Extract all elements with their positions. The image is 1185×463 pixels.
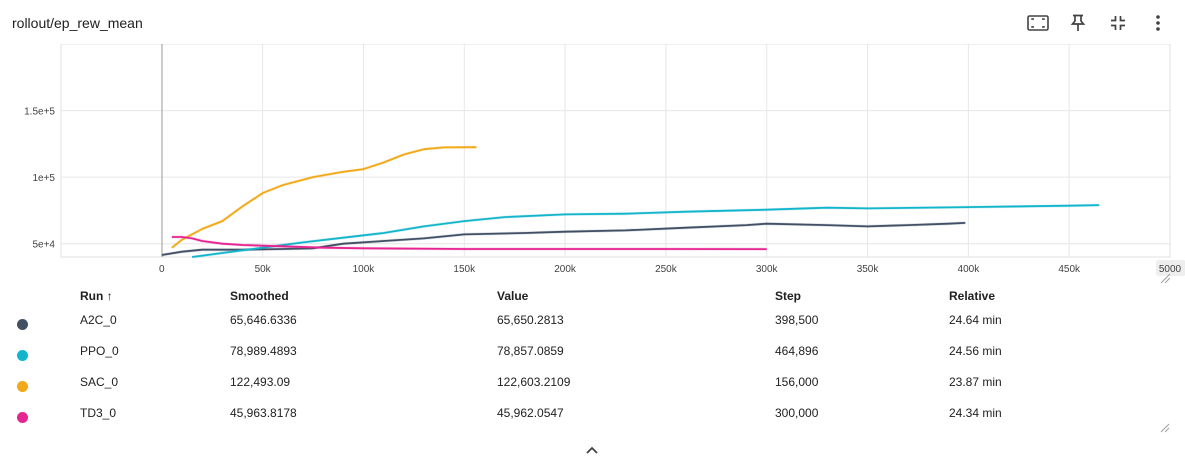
- table-row: A2C_0 65,646.6336 65,650.2813 398,500 24…: [0, 306, 1185, 337]
- series-raw-line: [170, 145, 477, 249]
- run-color-dot: [17, 412, 28, 423]
- run-name: TD3_0: [80, 406, 117, 420]
- smoothed-value: 65,646.6336: [230, 313, 297, 327]
- relative-time: 24.64 min: [949, 313, 1002, 327]
- step-value: 156,000: [775, 375, 819, 389]
- y-tick-label: 5e+4: [32, 240, 55, 251]
- step-value: 464,896: [775, 344, 819, 358]
- relative-time: 24.34 min: [949, 406, 1002, 420]
- run-color-dot: [17, 350, 28, 361]
- plot-border: [60, 44, 1171, 258]
- x-tick-label: 150k: [453, 264, 476, 275]
- raw-value: 45,962.0547: [497, 406, 564, 420]
- y-tick-label: 1.5e+5: [24, 107, 55, 118]
- column-header-step[interactable]: Step: [775, 289, 801, 303]
- series-line-SAC_0[interactable]: [171, 146, 477, 249]
- column-header-smoothed[interactable]: Smoothed: [230, 289, 289, 303]
- table-resize-handle[interactable]: [1160, 423, 1170, 433]
- column-header-run[interactable]: Run ↑: [80, 289, 113, 303]
- x-tick-label: 100k: [353, 264, 376, 275]
- table-row: SAC_0 122,493.09 122,603.2109 156,000 23…: [0, 368, 1185, 399]
- x-tick-label: 300k: [756, 264, 779, 275]
- x-tick-label: 50k: [255, 264, 272, 275]
- run-color-dot: [17, 319, 28, 330]
- line-chart[interactable]: 0 50k 100k 150k 200k 250k 300k 350k 400k 450k 5000…: [0, 44, 1185, 284]
- chevron-up-icon[interactable]: [585, 445, 599, 455]
- smoothed-value: 45,963.8178: [230, 406, 297, 420]
- relative-time: 23.87 min: [949, 375, 1002, 389]
- x-tick-label: 450k: [1058, 264, 1081, 275]
- raw-value: 65,650.2813: [497, 313, 564, 327]
- raw-value: 78,857.0859: [497, 344, 564, 358]
- collapse-button[interactable]: [1103, 12, 1133, 34]
- more-vert-icon: [1156, 15, 1160, 31]
- card-toolbar: [1023, 12, 1173, 34]
- x-tick-label: 200k: [554, 264, 577, 275]
- smoothed-value: 122,493.09: [230, 375, 291, 389]
- step-value: 300,000: [775, 406, 819, 420]
- collapse-icon: [1111, 16, 1125, 30]
- pin-icon: [1070, 14, 1086, 31]
- scalar-card: rollout/ep_rew_mean 0 50k 100k 150k 200k…: [0, 0, 1185, 463]
- column-header-relative[interactable]: Relative: [949, 289, 995, 303]
- run-name: A2C_0: [80, 313, 117, 327]
- run-name: PPO_0: [80, 344, 119, 358]
- table-row: PPO_0 78,989.4893 78,857.0859 464,896 24…: [0, 337, 1185, 368]
- step-value: 398,500: [775, 313, 819, 327]
- smoothed-value: 78,989.4893: [230, 344, 297, 358]
- fit-screen-icon: [1027, 15, 1049, 31]
- fit-domain-button[interactable]: [1023, 12, 1053, 34]
- x-tick-label: 5000: [1159, 264, 1182, 275]
- y-tick-label: 1e+5: [32, 173, 55, 184]
- run-color-dot: [17, 381, 28, 392]
- x-tick-label: 400k: [958, 264, 981, 275]
- x-tick-label: 250k: [655, 264, 678, 275]
- pin-button[interactable]: [1063, 12, 1093, 34]
- x-tick-label: 0: [159, 264, 165, 275]
- relative-time: 24.56 min: [949, 344, 1002, 358]
- column-header-value[interactable]: Value: [497, 289, 528, 303]
- card-title: rollout/ep_rew_mean: [12, 15, 143, 31]
- more-button[interactable]: [1143, 12, 1173, 34]
- x-tick-label: 350k: [857, 264, 880, 275]
- table-row: TD3_0 45,963.8178 45,962.0547 300,000 24…: [0, 399, 1185, 430]
- run-name: SAC_0: [80, 375, 119, 389]
- raw-value: 122,603.2109: [497, 375, 571, 389]
